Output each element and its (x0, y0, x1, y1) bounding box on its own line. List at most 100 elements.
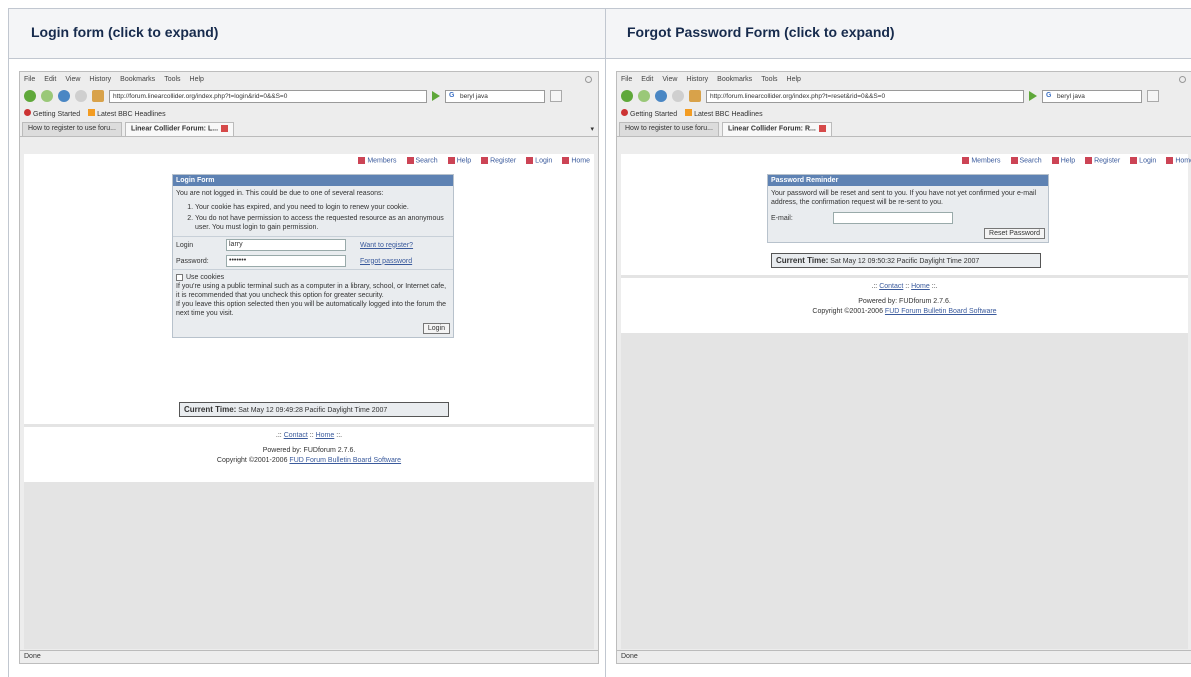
register-icon (1085, 157, 1093, 164)
help-icon (1051, 157, 1059, 164)
bookmarks-bar: Getting Started Latest BBC Headlines (20, 106, 598, 121)
menu-bar: File Edit View History Bookmarks Tools H… (617, 72, 1191, 86)
back-icon (621, 90, 633, 102)
nav-members: Members (962, 157, 1001, 164)
menu-file: File (621, 75, 633, 83)
nav-search: Search (406, 157, 438, 164)
firefox-icon (621, 109, 628, 116)
email-row: E-mail: (768, 210, 1048, 226)
home-icon (689, 90, 701, 102)
menu-view: View (662, 75, 678, 83)
forum-nav: Members Search Help Register Login Home (962, 157, 1191, 164)
close-tab-icon (818, 125, 826, 132)
search-box: beryl java (1042, 89, 1142, 103)
help-icon (447, 157, 455, 164)
current-time-value: Sat May 12 09:50:32 Pacific Daylight Tim… (830, 258, 980, 265)
home-icon (562, 157, 570, 164)
home-icon (92, 90, 104, 102)
login-form-title: Login Form (173, 175, 453, 186)
members-icon (358, 157, 366, 164)
reasons-list: Your cookie has expired, and you need to… (173, 201, 453, 236)
powered-by: Powered by: FUDforum 2.7.6. (858, 298, 951, 305)
throbber-icon (585, 75, 592, 83)
tab-register: How to register to use foru... (619, 122, 719, 136)
firefox-icon (24, 109, 31, 116)
cookie-note: If you're using a public terminal such a… (176, 283, 447, 299)
cookie-option: Use cookies (176, 273, 450, 282)
contact-link: Contact (879, 283, 904, 290)
go-icon (432, 91, 440, 101)
login-button: Login (422, 323, 450, 334)
reset-password-button: Reset Password (984, 228, 1045, 239)
menu-edit: Edit (641, 75, 654, 83)
search-box: beryl java (445, 89, 545, 103)
rss-icon (685, 109, 693, 116)
menu-tools: Tools (164, 75, 181, 83)
forgot-column: Forgot Password Form (click to expand) F… (606, 9, 1191, 677)
bookmark-getting-started: Getting Started (24, 109, 80, 118)
tab-reset: Linear Collider Forum: R... (721, 122, 832, 136)
login-icon (1130, 157, 1138, 164)
forgot-header[interactable]: Forgot Password Form (click to expand) (606, 9, 1191, 59)
bookmark-bbc: Latest BBC Headlines (88, 109, 166, 118)
copyright: Copyright ©2001-2006 FUD Forum Bulletin … (216, 457, 402, 464)
forgot-screenshot-cell: File Edit View History Bookmarks Tools H… (606, 59, 1191, 677)
password-input: ••••••• (226, 255, 346, 267)
forward-icon (638, 90, 650, 102)
home-link: Home (911, 283, 930, 290)
page-area: Members Search Help Register Login Home … (621, 154, 1191, 649)
password-row: Password: ••••••• Forgot password (173, 253, 453, 269)
nav-members: Members (358, 157, 397, 164)
reload-icon (655, 90, 667, 102)
current-time: Current Time: Sat May 12 09:49:28 Pacifi… (179, 402, 449, 417)
reason-item: Your cookie has expired, and you need to… (195, 203, 445, 212)
browser-window[interactable]: File Edit View History Bookmarks Tools H… (19, 71, 599, 664)
bookmark-bbc: Latest BBC Headlines (685, 109, 763, 118)
current-time: Current Time: Sat May 12 09:50:32 Pacifi… (771, 253, 1041, 268)
stop-icon (672, 90, 684, 102)
members-icon (962, 157, 970, 164)
menu-history: History (686, 75, 709, 83)
browser-window[interactable]: File Edit View History Bookmarks Tools H… (616, 71, 1191, 664)
login-header[interactable]: Login form (click to expand) (9, 9, 605, 59)
url-bar: http://forum.linearcollider.org/index.ph… (109, 89, 427, 103)
stop-icon (75, 90, 87, 102)
login-label: Login (176, 241, 194, 249)
nav-help: Help (1051, 157, 1075, 164)
nav-login: Login (1130, 157, 1156, 164)
menu-view: View (65, 75, 81, 83)
login-button-row: Login (173, 321, 453, 337)
nav-login: Login (526, 157, 552, 164)
email-label: E-mail: (771, 214, 793, 222)
copyright: Copyright ©2001-2006 FUD Forum Bulletin … (812, 308, 997, 315)
forum-footer: .:: Contact :: Home ::. Powered by: FUDf… (24, 427, 594, 482)
nav-home: Home (562, 157, 590, 164)
search-icon (1010, 157, 1018, 164)
menu-tools: Tools (761, 75, 778, 83)
register-link: Want to register? (360, 241, 414, 249)
nav-register: Register (481, 157, 516, 164)
nav-bar: http://forum.linearcollider.org/index.ph… (617, 86, 1191, 106)
copyright-link: FUD Forum Bulletin Board Software (289, 457, 402, 464)
footer-links: .:: Contact :: Home ::. (871, 283, 938, 290)
close-tab-icon (221, 125, 229, 132)
menu-bar: File Edit View History Bookmarks Tools H… (20, 72, 598, 86)
nav-home: Home (1166, 157, 1191, 164)
copyright-link: FUD Forum Bulletin Board Software (884, 308, 997, 315)
login-screenshot-cell: File Edit View History Bookmarks Tools H… (9, 59, 605, 677)
comparison-table: Login form (click to expand) File Edit V… (8, 8, 1191, 677)
forward-icon (41, 90, 53, 102)
login-intro: You are not logged in. This could be due… (176, 190, 384, 197)
nav-register: Register (1085, 157, 1120, 164)
menu-edit: Edit (44, 75, 57, 83)
magnifier-icon (550, 90, 562, 102)
forgot-password-link: Forgot password (360, 257, 413, 265)
bookmark-getting-started: Getting Started (621, 109, 677, 118)
status-bar: Done (617, 650, 1191, 663)
tab-register: How to register to use foru... (22, 122, 122, 136)
cookie-note-2: If you leave this option selected then y… (176, 301, 447, 317)
home-link: Home (315, 432, 335, 439)
contact-link: Contact (283, 432, 308, 439)
current-time-label: Current Time: (184, 405, 237, 414)
url-bar: http://forum.linearcollider.org/index.ph… (706, 89, 1024, 103)
